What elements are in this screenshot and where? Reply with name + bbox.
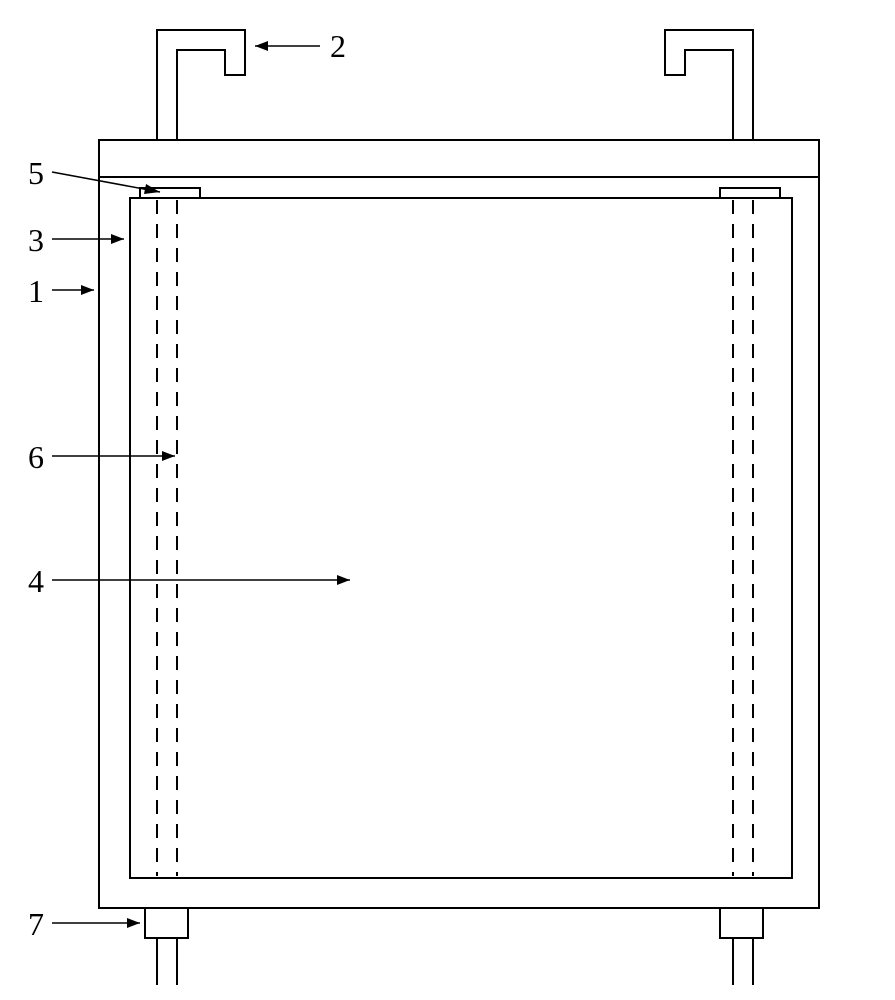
right-foot-rect xyxy=(720,908,763,938)
label-1: 1 xyxy=(28,273,44,310)
label-5: 5 xyxy=(28,155,44,192)
label-3: 3 xyxy=(28,222,44,259)
label-2: 2 xyxy=(330,28,346,65)
label-4: 4 xyxy=(28,563,44,600)
inner-rectangle xyxy=(130,198,792,878)
label-6: 6 xyxy=(28,439,44,476)
left-foot-rect xyxy=(145,908,188,938)
arrow-5 xyxy=(52,172,160,192)
left-hook xyxy=(157,30,245,140)
technical-diagram xyxy=(0,0,895,1000)
right-top-tab xyxy=(720,188,780,198)
label-7: 7 xyxy=(28,906,44,943)
right-hook xyxy=(665,30,753,140)
outer-body xyxy=(99,140,819,908)
